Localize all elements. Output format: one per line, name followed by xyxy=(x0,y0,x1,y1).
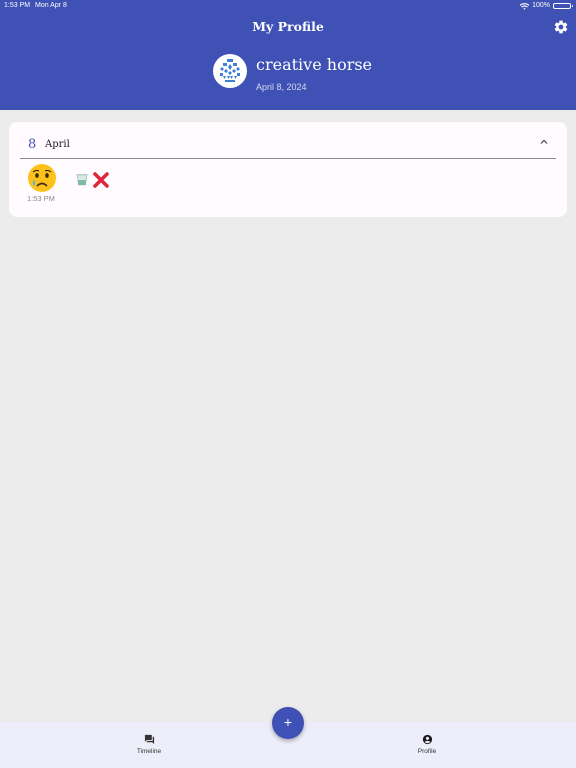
nav-label-timeline: Timeline xyxy=(136,748,162,755)
crying-face-emoji-icon[interactable] xyxy=(26,162,58,194)
day-number: 8 xyxy=(28,137,37,152)
status-indicators: 100% xyxy=(520,0,573,12)
profile-name: creative horse xyxy=(256,55,373,74)
add-entry-button[interactable]: + xyxy=(272,707,304,739)
chat-bubbles-icon xyxy=(144,734,154,745)
account-circle-icon xyxy=(422,734,432,745)
cross-mark-icon xyxy=(93,172,109,188)
profile-date: April 8, 2024 xyxy=(256,82,307,92)
nav-item-timeline[interactable]: Timeline xyxy=(119,734,179,755)
entry-time: 1:53 PM xyxy=(27,194,55,203)
month-label: April xyxy=(45,139,70,150)
divider xyxy=(20,158,556,159)
battery-percent: 100% xyxy=(532,2,550,9)
gear-icon[interactable] xyxy=(553,19,569,35)
nav-item-profile[interactable]: Profile xyxy=(397,734,457,755)
nav-label-profile: Profile xyxy=(417,748,437,755)
battery-icon xyxy=(553,3,573,9)
wifi-icon xyxy=(520,2,530,10)
status-date: Mon Apr 8 xyxy=(35,2,67,9)
day-card: 8 April 1:53 PM xyxy=(9,122,567,217)
avatar xyxy=(213,54,247,88)
chevron-up-icon[interactable] xyxy=(538,137,550,147)
app-header: My Profile creative horse April 8, 2024 xyxy=(0,0,576,110)
status-time: 1:53 PM xyxy=(4,2,31,9)
status-bar: 1:53 PM Mon Apr 8 100% xyxy=(0,0,576,12)
patterned-avatar-icon xyxy=(220,59,240,82)
page-title: My Profile xyxy=(252,19,324,34)
cup-icon xyxy=(76,174,88,186)
